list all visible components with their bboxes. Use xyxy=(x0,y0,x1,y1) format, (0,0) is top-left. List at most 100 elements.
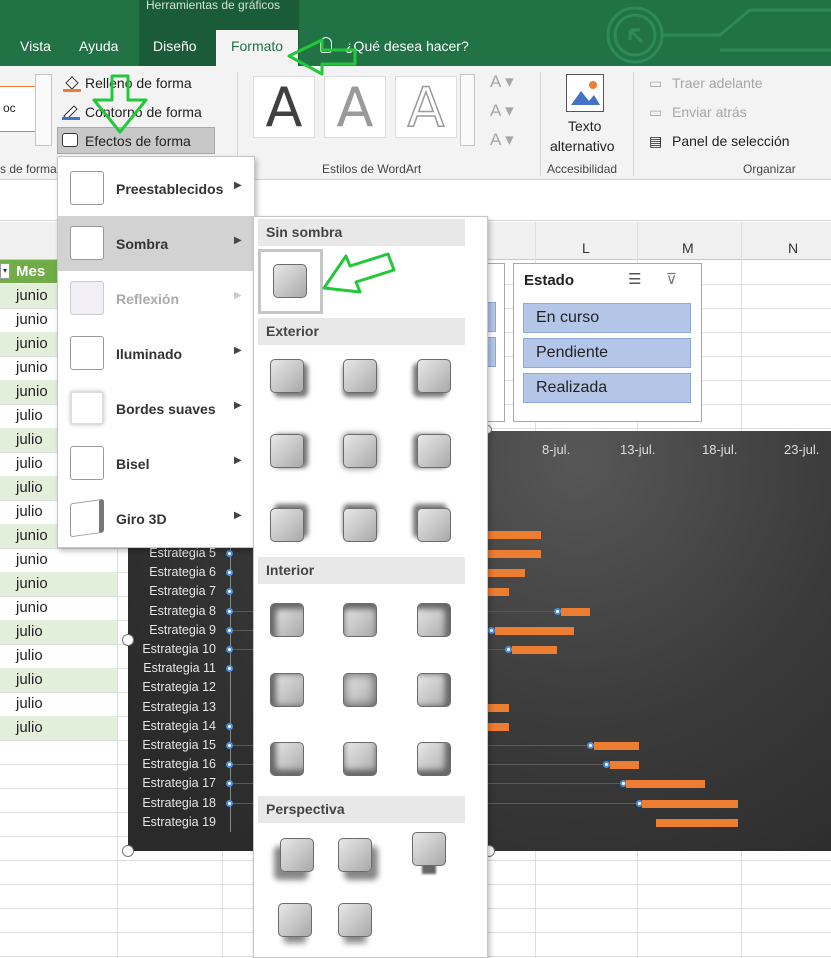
mes-cell[interactable]: julio xyxy=(0,644,117,668)
data-point[interactable] xyxy=(226,722,233,730)
tab-ayuda[interactable]: Ayuda xyxy=(79,38,118,54)
tab-vista[interactable]: Vista xyxy=(20,38,51,54)
shadow-inner-option[interactable] xyxy=(343,673,377,707)
task-bar[interactable] xyxy=(488,550,541,558)
slicer-item-realizada[interactable]: Realizada xyxy=(523,373,691,403)
shadow-outer-option[interactable] xyxy=(270,359,304,393)
task-bar[interactable] xyxy=(488,703,509,712)
group-wordart: Estilos de WordArt xyxy=(322,162,422,176)
filter-dropdown-icon[interactable]: ▾ xyxy=(0,263,10,279)
shape-outline-button[interactable]: Contorno de forma xyxy=(85,104,202,120)
menu-item-giro-3d[interactable]: Giro 3D ▶ xyxy=(58,491,254,546)
shadow-perspective-option[interactable] xyxy=(278,903,312,937)
column-header-m[interactable]: M xyxy=(682,240,694,256)
column-header-n[interactable]: N xyxy=(788,240,798,256)
wordart-style-3[interactable]: A xyxy=(395,76,457,139)
shape-styles-scroll[interactable] xyxy=(35,74,52,146)
task-bar[interactable] xyxy=(488,531,541,539)
slicer-item-pendiente[interactable]: Pendiente xyxy=(523,338,691,368)
shadow-perspective-option[interactable] xyxy=(412,832,446,866)
data-point[interactable] xyxy=(226,742,233,749)
data-point[interactable] xyxy=(505,646,512,653)
alt-text-label-2[interactable]: alternativo xyxy=(550,138,615,154)
context-tab-title: Herramientas de gráficos xyxy=(146,0,281,12)
task-bar[interactable] xyxy=(610,761,639,770)
bring-forward-button[interactable]: Traer adelante xyxy=(672,75,763,91)
shadow-outer-option[interactable] xyxy=(343,434,377,468)
task-bar[interactable] xyxy=(488,588,509,597)
reflexion-icon xyxy=(70,281,104,315)
shadow-outer-option[interactable] xyxy=(270,508,304,542)
resize-handle[interactable] xyxy=(122,634,134,646)
mes-cell[interactable]: junio xyxy=(0,596,117,620)
text-outline-icon[interactable]: A ▾ xyxy=(490,101,514,121)
data-point[interactable] xyxy=(226,646,233,653)
wordart-scroll[interactable] xyxy=(460,74,475,146)
menu-item-bordes-suaves[interactable]: Bordes suaves ▶ xyxy=(58,381,254,436)
shadow-outer-option[interactable] xyxy=(417,359,451,393)
task-bar[interactable] xyxy=(488,722,509,731)
shadow-inner-option[interactable] xyxy=(270,673,304,707)
mes-cell[interactable]: julio xyxy=(0,716,117,740)
menu-item-sombra[interactable]: Sombra ▶ xyxy=(58,216,254,271)
alt-text-label-1[interactable]: Texto xyxy=(568,118,601,134)
shadow-inner-option[interactable] xyxy=(343,603,377,637)
send-backward-button[interactable]: Enviar atrás xyxy=(672,104,747,120)
data-point[interactable] xyxy=(488,626,495,634)
shadow-inner-option[interactable] xyxy=(417,673,451,707)
mes-cell[interactable]: julio xyxy=(0,620,117,644)
menu-item-reflexion[interactable]: Reflexión ▶ xyxy=(58,271,254,326)
text-effects-icon[interactable]: A ▾ xyxy=(490,130,514,150)
chart-axis xyxy=(230,540,231,832)
data-point[interactable] xyxy=(226,550,233,557)
tab-formato[interactable]: Formato xyxy=(216,30,298,66)
task-bar[interactable] xyxy=(656,818,738,827)
multi-select-icon[interactable]: ☰ xyxy=(628,270,641,288)
strategy-label: Estrategia 8 xyxy=(149,603,216,618)
shadow-inner-option[interactable] xyxy=(417,742,451,776)
shadow-outer-option[interactable] xyxy=(270,434,304,468)
task-bar[interactable] xyxy=(561,607,590,616)
menu-item-bisel[interactable]: Bisel ▶ xyxy=(58,436,254,491)
tab-diseno[interactable]: Diseño xyxy=(153,38,197,54)
task-bar[interactable] xyxy=(626,780,705,789)
column-header-l[interactable]: L xyxy=(582,240,590,256)
shadow-outer-option[interactable] xyxy=(417,434,451,468)
wordart-style-2[interactable]: A xyxy=(324,76,386,139)
shadow-perspective-option[interactable] xyxy=(338,903,372,937)
mes-cell[interactable]: julio xyxy=(0,692,117,716)
shadow-inner-option[interactable] xyxy=(270,603,304,637)
data-point[interactable] xyxy=(226,799,233,807)
task-bar[interactable] xyxy=(488,569,525,578)
shadow-inner-option[interactable] xyxy=(343,742,377,776)
text-fill-icon[interactable]: A ▾ xyxy=(490,72,514,92)
mes-cell[interactable]: junio xyxy=(0,548,117,572)
clear-filter-icon[interactable]: ⊽ xyxy=(666,270,677,288)
shadow-outer-option[interactable] xyxy=(417,508,451,542)
wordart-style-1[interactable]: A xyxy=(253,76,315,139)
data-point[interactable] xyxy=(587,742,594,749)
shape-fill-button[interactable]: Relleno de forma xyxy=(85,75,192,91)
shadow-inner-option[interactable] xyxy=(270,742,304,776)
menu-item-preestablecidos[interactable]: Preestablecidos ▶ xyxy=(58,161,254,216)
data-point[interactable] xyxy=(226,626,233,634)
task-bar[interactable] xyxy=(594,742,639,750)
shadow-outer-option[interactable] xyxy=(343,359,377,393)
shadow-perspective-option[interactable] xyxy=(338,838,372,872)
menu-item-iluminado[interactable]: Iluminado ▶ xyxy=(58,326,254,381)
shadow-perspective-option[interactable] xyxy=(280,838,314,872)
bordes-suaves-icon xyxy=(70,391,104,425)
shadow-inner-option[interactable] xyxy=(417,603,451,637)
task-bar[interactable] xyxy=(642,799,738,808)
resize-handle[interactable] xyxy=(122,845,134,857)
shadow-outer-option[interactable] xyxy=(343,508,377,542)
selection-pane-button[interactable]: Panel de selección xyxy=(672,133,790,149)
mes-cell[interactable]: junio xyxy=(0,572,117,596)
mes-cell[interactable]: julio xyxy=(0,668,117,692)
task-bar[interactable] xyxy=(512,646,557,654)
slicer-item-en-curso[interactable]: En curso xyxy=(523,303,691,333)
tell-me-search[interactable]: ¿Qué desea hacer? xyxy=(345,38,469,54)
task-bar[interactable] xyxy=(495,626,574,635)
data-point[interactable] xyxy=(226,607,233,615)
data-point[interactable] xyxy=(554,607,561,615)
